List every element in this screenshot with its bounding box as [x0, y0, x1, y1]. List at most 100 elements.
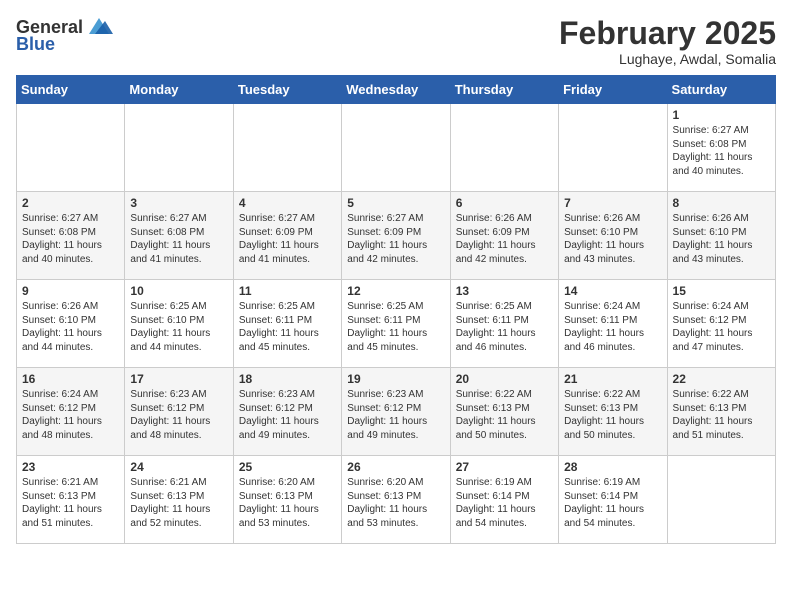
calendar-cell: 8 Sunrise: 6:26 AM Sunset: 6:10 PM Daylig… [667, 192, 775, 280]
day-number: 1 [673, 108, 770, 122]
day-info: Sunrise: 6:20 AM Sunset: 6:13 PM Dayligh… [347, 476, 444, 530]
col-header-sunday: Sunday [17, 76, 125, 104]
day-info: Sunrise: 6:25 AM Sunset: 6:11 PM Dayligh… [239, 300, 336, 354]
day-info: Sunrise: 6:22 AM Sunset: 6:13 PM Dayligh… [456, 388, 553, 442]
calendar-cell: 10 Sunrise: 6:25 AM Sunset: 6:10 PM Dayli… [125, 280, 233, 368]
calendar-header-row: SundayMondayTuesdayWednesdayThursdayFrid… [17, 76, 776, 104]
day-number: 6 [456, 196, 553, 210]
calendar-cell: 12Sunrise: 6:25 AM Sunset: 6:11 PM Dayli… [342, 280, 450, 368]
day-info: Sunrise: 6:27 AM Sunset: 6:09 PM Dayligh… [239, 212, 336, 266]
calendar-cell: 21 Sunrise: 6:22 AM Sunset: 6:13 PM Dayli… [559, 368, 667, 456]
calendar-cell: 2 Sunrise: 6:27 AM Sunset: 6:08 PM Daylig… [17, 192, 125, 280]
calendar-cell [559, 104, 667, 192]
day-info: Sunrise: 6:25 AM Sunset: 6:11 PM Dayligh… [456, 300, 553, 354]
day-number: 13 [456, 284, 553, 298]
month-title: February 2025 [559, 16, 776, 51]
calendar-cell: 27 Sunrise: 6:19 AM Sunset: 6:14 PM Dayli… [450, 456, 558, 544]
day-info: Sunrise: 6:25 AM Sunset: 6:11 PM Dayligh… [347, 300, 444, 354]
calendar-cell: 16 Sunrise: 6:24 AM Sunset: 6:12 PM Dayli… [17, 368, 125, 456]
day-info: Sunrise: 6:24 AM Sunset: 6:12 PM Dayligh… [673, 300, 770, 354]
calendar-cell: 14Sunrise: 6:24 AM Sunset: 6:11 PM Dayli… [559, 280, 667, 368]
day-info: Sunrise: 6:24 AM Sunset: 6:11 PM Dayligh… [564, 300, 661, 354]
calendar-cell: 4 Sunrise: 6:27 AM Sunset: 6:09 PM Daylig… [233, 192, 341, 280]
calendar-cell: 9 Sunrise: 6:26 AM Sunset: 6:10 PM Daylig… [17, 280, 125, 368]
day-number: 20 [456, 372, 553, 386]
day-number: 2 [22, 196, 119, 210]
calendar-week-row: 1 Sunrise: 6:27 AM Sunset: 6:08 PM Daylig… [17, 104, 776, 192]
day-info: Sunrise: 6:27 AM Sunset: 6:08 PM Dayligh… [22, 212, 119, 266]
day-number: 10 [130, 284, 227, 298]
calendar-week-row: 16 Sunrise: 6:24 AM Sunset: 6:12 PM Dayli… [17, 368, 776, 456]
day-info: Sunrise: 6:19 AM Sunset: 6:14 PM Dayligh… [456, 476, 553, 530]
day-number: 24 [130, 460, 227, 474]
calendar-cell: 18Sunrise: 6:23 AM Sunset: 6:12 PM Dayli… [233, 368, 341, 456]
day-info: Sunrise: 6:27 AM Sunset: 6:08 PM Dayligh… [673, 124, 770, 178]
day-info: Sunrise: 6:25 AM Sunset: 6:10 PM Dayligh… [130, 300, 227, 354]
calendar-cell: 13 Sunrise: 6:25 AM Sunset: 6:11 PM Dayli… [450, 280, 558, 368]
day-number: 21 [564, 372, 661, 386]
logo: General Blue [16, 16, 113, 55]
calendar: SundayMondayTuesdayWednesdayThursdayFrid… [16, 75, 776, 544]
calendar-week-row: 23 Sunrise: 6:21 AM Sunset: 6:13 PM Dayli… [17, 456, 776, 544]
day-info: Sunrise: 6:27 AM Sunset: 6:09 PM Dayligh… [347, 212, 444, 266]
calendar-cell: 6 Sunrise: 6:26 AM Sunset: 6:09 PM Daylig… [450, 192, 558, 280]
col-header-monday: Monday [125, 76, 233, 104]
col-header-friday: Friday [559, 76, 667, 104]
col-header-saturday: Saturday [667, 76, 775, 104]
day-info: Sunrise: 6:22 AM Sunset: 6:13 PM Dayligh… [564, 388, 661, 442]
day-number: 4 [239, 196, 336, 210]
day-number: 19 [347, 372, 444, 386]
day-number: 7 [564, 196, 661, 210]
day-info: Sunrise: 6:19 AM Sunset: 6:14 PM Dayligh… [564, 476, 661, 530]
col-header-wednesday: Wednesday [342, 76, 450, 104]
day-info: Sunrise: 6:23 AM Sunset: 6:12 PM Dayligh… [347, 388, 444, 442]
location: Lughaye, Awdal, Somalia [559, 51, 776, 67]
calendar-cell: 17 Sunrise: 6:23 AM Sunset: 6:12 PM Dayli… [125, 368, 233, 456]
day-info: Sunrise: 6:24 AM Sunset: 6:12 PM Dayligh… [22, 388, 119, 442]
day-info: Sunrise: 6:23 AM Sunset: 6:12 PM Dayligh… [130, 388, 227, 442]
day-info: Sunrise: 6:26 AM Sunset: 6:10 PM Dayligh… [673, 212, 770, 266]
day-info: Sunrise: 6:26 AM Sunset: 6:09 PM Dayligh… [456, 212, 553, 266]
calendar-cell: 3Sunrise: 6:27 AM Sunset: 6:08 PM Daylig… [125, 192, 233, 280]
calendar-cell: 20 Sunrise: 6:22 AM Sunset: 6:13 PM Dayli… [450, 368, 558, 456]
calendar-cell: 22Sunrise: 6:22 AM Sunset: 6:13 PM Dayli… [667, 368, 775, 456]
calendar-cell: 7 Sunrise: 6:26 AM Sunset: 6:10 PM Daylig… [559, 192, 667, 280]
calendar-cell: 19 Sunrise: 6:23 AM Sunset: 6:12 PM Dayli… [342, 368, 450, 456]
day-number: 22 [673, 372, 770, 386]
day-info: Sunrise: 6:26 AM Sunset: 6:10 PM Dayligh… [22, 300, 119, 354]
calendar-cell: 28Sunrise: 6:19 AM Sunset: 6:14 PM Dayli… [559, 456, 667, 544]
calendar-cell [450, 104, 558, 192]
day-number: 8 [673, 196, 770, 210]
day-info: Sunrise: 6:20 AM Sunset: 6:13 PM Dayligh… [239, 476, 336, 530]
calendar-cell: 26 Sunrise: 6:20 AM Sunset: 6:13 PM Dayli… [342, 456, 450, 544]
calendar-week-row: 9 Sunrise: 6:26 AM Sunset: 6:10 PM Daylig… [17, 280, 776, 368]
day-number: 5 [347, 196, 444, 210]
day-number: 27 [456, 460, 553, 474]
calendar-cell [125, 104, 233, 192]
page-header: General Blue February 2025 Lughaye, Awda… [16, 16, 776, 67]
day-number: 16 [22, 372, 119, 386]
logo-blue: Blue [16, 34, 55, 55]
day-info: Sunrise: 6:26 AM Sunset: 6:10 PM Dayligh… [564, 212, 661, 266]
day-number: 9 [22, 284, 119, 298]
day-info: Sunrise: 6:21 AM Sunset: 6:13 PM Dayligh… [22, 476, 119, 530]
day-number: 23 [22, 460, 119, 474]
calendar-cell: 15 Sunrise: 6:24 AM Sunset: 6:12 PM Dayli… [667, 280, 775, 368]
col-header-tuesday: Tuesday [233, 76, 341, 104]
day-number: 26 [347, 460, 444, 474]
calendar-cell [342, 104, 450, 192]
day-info: Sunrise: 6:27 AM Sunset: 6:08 PM Dayligh… [130, 212, 227, 266]
calendar-cell [233, 104, 341, 192]
title-block: February 2025 Lughaye, Awdal, Somalia [559, 16, 776, 67]
day-number: 15 [673, 284, 770, 298]
day-number: 25 [239, 460, 336, 474]
calendar-cell: 11Sunrise: 6:25 AM Sunset: 6:11 PM Dayli… [233, 280, 341, 368]
logo-icon [85, 16, 113, 38]
day-number: 18 [239, 372, 336, 386]
calendar-cell [667, 456, 775, 544]
day-info: Sunrise: 6:21 AM Sunset: 6:13 PM Dayligh… [130, 476, 227, 530]
calendar-cell [17, 104, 125, 192]
col-header-thursday: Thursday [450, 76, 558, 104]
day-number: 17 [130, 372, 227, 386]
calendar-cell: 5 Sunrise: 6:27 AM Sunset: 6:09 PM Daylig… [342, 192, 450, 280]
